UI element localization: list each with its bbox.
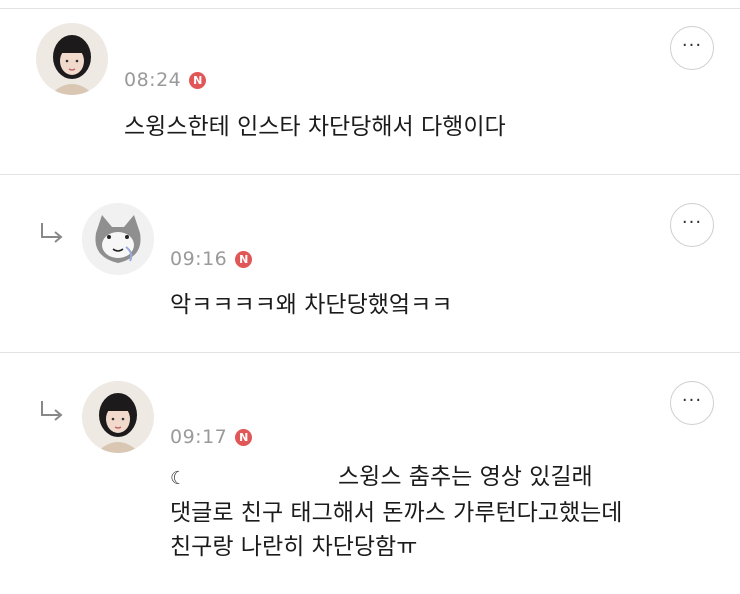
reply-item: 09:17 N ☾ 스윙스 춤추는 영상 있길래 댓글로 친구 태그해서 돈까스 … (0, 353, 740, 594)
reply-arrow-icon (41, 223, 63, 243)
comment-text: 악ㅋㅋㅋㅋ왜 차단당했엌ㅋㅋ (170, 292, 453, 318)
avatar[interactable] (82, 381, 154, 453)
timestamp: 08:24 (124, 69, 182, 91)
comment-meta: 09:17 N (170, 426, 253, 448)
comment-line-text: 스윙스 춤추는 영상 있길래 (338, 464, 593, 490)
comment-line: 댓글로 친구 태그해서 돈까스 가루턴다고했는데 (170, 500, 623, 526)
comment-meta: 08:24 N (124, 69, 207, 91)
more-icon: ··· (681, 390, 703, 411)
avatar[interactable] (82, 203, 154, 275)
comment-text: 스윙스한테 인스타 차단당해서 다행이다 (124, 114, 506, 140)
more-options-button[interactable]: ··· (670, 26, 714, 70)
new-badge: N (189, 71, 207, 89)
more-options-button[interactable]: ··· (670, 381, 714, 425)
comment-item: 08:24 N 스윙스한테 인스타 차단당해서 다행이다 ··· (0, 9, 740, 174)
comment-meta: 09:16 N (170, 248, 253, 270)
more-icon: ··· (681, 212, 703, 233)
timestamp: 09:16 (170, 248, 228, 270)
avatar[interactable] (36, 23, 108, 95)
new-badge: N (235, 428, 253, 446)
reply-arrow-icon (41, 401, 63, 421)
comment-line: 친구랑 나란히 차단당함ㅠ (170, 534, 418, 560)
moon-icon: ☾ (170, 468, 187, 489)
comment-line: ☾ 스윙스 춤추는 영상 있길래 (170, 460, 622, 496)
more-options-button[interactable]: ··· (670, 203, 714, 247)
new-badge: N (235, 250, 253, 268)
reply-item: 09:16 N 악ㅋㅋㅋㅋ왜 차단당했엌ㅋㅋ ··· (0, 175, 740, 352)
timestamp: 09:17 (170, 426, 228, 448)
more-icon: ··· (681, 35, 703, 56)
comment-text: ☾ 스윙스 춤추는 영상 있길래 댓글로 친구 태그해서 돈까스 가루턴다고했는데… (170, 460, 622, 564)
